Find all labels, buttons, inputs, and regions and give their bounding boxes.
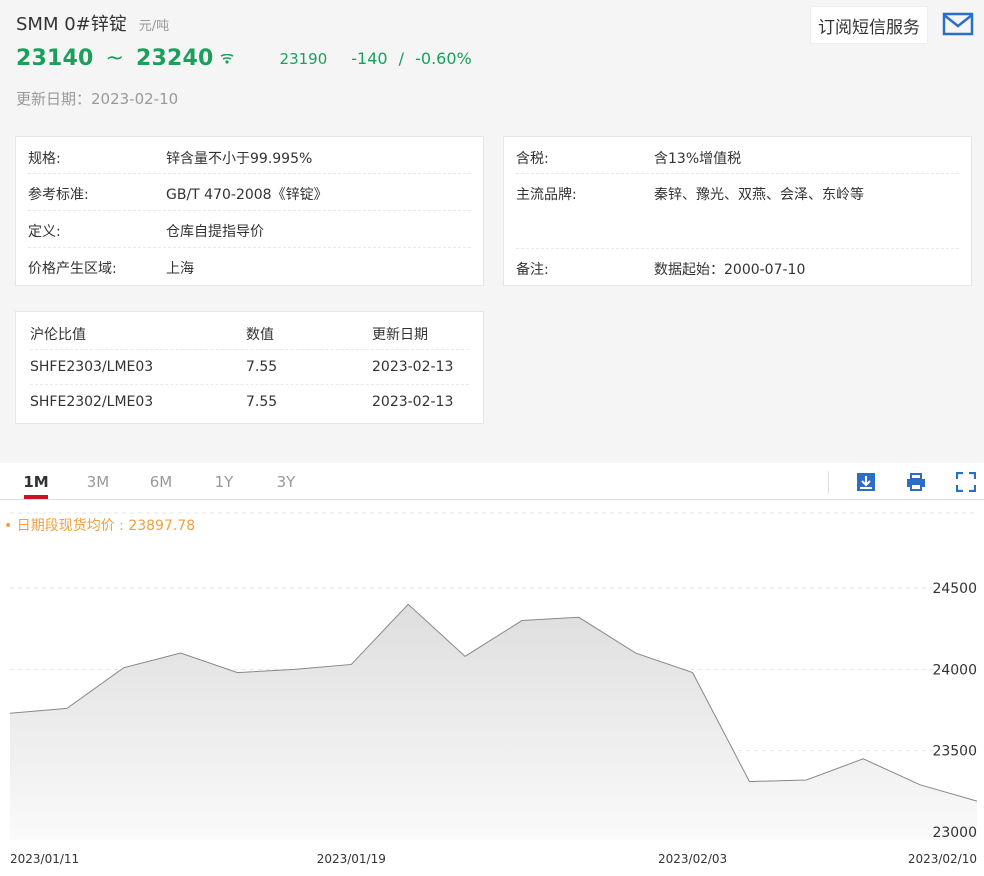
y-tick-label: 24500 [932,581,977,597]
spec-label: 定义: [28,224,61,240]
price-change-pct: -0.60% [415,49,472,68]
spec-label: 参考标准: [28,187,89,203]
spec-value: 上海 [166,261,194,277]
data-point[interactable] [406,602,410,606]
data-point[interactable] [634,651,638,655]
spec-value: 秦锌、豫光、双燕、会泽、东岭等 [654,187,864,203]
ratio-header-row: 沪伦比值 数值 更新日期 [30,315,469,350]
ratio-header: 更新日期 [372,327,428,343]
subscribe-sms-button[interactable]: 订阅短信服务 [810,6,928,44]
x-tick-label: 2023/01/19 [317,852,386,866]
spec-label: 价格产生区域: [28,261,117,277]
data-point[interactable] [292,667,296,671]
mail-icon[interactable] [942,10,974,38]
data-point[interactable] [179,651,183,655]
active-tab-indicator [24,495,48,499]
spec-row: 含税: 含13%增值税 [516,137,959,174]
tab-1m[interactable]: 1M [16,473,56,491]
table-row: SHFE2303/LME03 7.55 2023-02-13 [30,350,469,385]
price-low: 23140 [16,46,94,71]
spec-row: 主流品牌: 秦锌、豫光、双燕、会泽、东岭等 [516,174,959,249]
product-title: SMM 0#锌锭 [16,14,127,35]
data-point[interactable] [861,757,865,761]
table-row: SHFE2302/LME03 7.55 2023-02-13 [30,385,469,420]
price-high: 23240 [135,46,214,71]
spec-value: 数据起始：2000-07-10 [654,262,806,278]
x-tick-label: 2023/02/03 [658,852,727,866]
download-icon[interactable] [856,472,876,492]
toolbar-divider [828,471,829,493]
spec-label: 规格: [28,151,61,167]
ratio-date: 2023-02-13 [372,394,454,410]
trend-down-icon [220,53,233,64]
spec-label: 主流品牌: [516,187,577,203]
price-area-fill [10,604,977,840]
price-change-sep: / [398,49,405,68]
ratio-header: 沪伦比值 [30,327,86,343]
price-area-chart: 24500 24000 23500 23000 2023/01/11 2023/01/19… [8,512,979,866]
y-tick-label: 24000 [932,662,977,678]
data-point[interactable] [463,654,467,658]
data-point[interactable] [747,780,751,784]
update-date: 更新日期：2023-02-10 [16,90,179,108]
price-change-value: -140 [351,49,388,68]
ratio-contract: SHFE2303/LME03 [30,359,154,375]
price-average: 23190 [279,49,328,68]
tab-3y[interactable]: 3Y [266,473,306,491]
data-point[interactable] [691,671,695,675]
data-point[interactable] [577,615,581,619]
data-point[interactable] [975,799,979,803]
ratio-table: 沪伦比值 数值 更新日期 SHFE2303/LME03 7.55 2023-02… [15,311,484,424]
ratio-contract: SHFE2302/LME03 [30,394,154,410]
data-point[interactable] [804,778,808,782]
title-row: SMM 0#锌锭 元/吨 [16,10,169,36]
x-tick-label: 2023/01/11 [10,852,79,866]
spec-label: 含税: [516,151,549,167]
price-change: -140 / -0.60% [351,49,472,68]
spec-value: 仓库自提指导价 [166,224,264,240]
data-point[interactable] [122,666,126,670]
spec-value: GB/T 470-2008《锌锭》 [166,187,328,203]
fullscreen-icon[interactable] [956,472,976,492]
spec-label: 备注: [516,262,549,278]
y-tick-label: 23500 [932,744,977,760]
spec-row: 参考标准: GB/T 470-2008《锌锭》 [28,174,471,211]
data-point[interactable] [520,619,524,623]
ratio-value: 7.55 [246,394,278,410]
ratio-value: 7.55 [246,359,278,375]
spec-panel-right: 含税: 含13%增值税 主流品牌: 秦锌、豫光、双燕、会泽、东岭等 备注: 数据… [503,136,972,286]
spec-value: 锌含量不小于99.995% [166,151,313,167]
spec-row: 定义: 仓库自提指导价 [28,211,471,248]
price-unit: 元/吨 [138,19,170,34]
ratio-header: 数值 [246,327,274,343]
data-point[interactable] [918,783,922,787]
spec-row: 备注: 数据起始：2000-07-10 [516,249,959,286]
data-point[interactable] [8,711,12,715]
spec-row: 价格产生区域: 上海 [28,248,471,285]
data-point[interactable] [65,706,69,710]
range-tabs: 1M 3M 6M 1Y 3Y [0,463,984,500]
y-tick-label: 23000 [932,825,977,841]
price-tilde: ~ [105,46,124,71]
tab-3m[interactable]: 3M [78,473,118,491]
data-point[interactable] [236,671,240,675]
spec-value: 含13%增值税 [654,151,742,167]
spec-panel-left: 规格: 锌含量不小于99.995% 参考标准: GB/T 470-2008《锌锭… [15,136,484,286]
price-row: 23140 ~ 23240 23190 -140 / -0.60% [16,46,472,71]
x-tick-label: 2023/02/10 [908,852,977,866]
price-chart-panel: 1M 3M 6M 1Y 3Y • 日期段现货均价 : 23897.78 2450… [0,463,984,876]
print-icon[interactable] [906,472,926,492]
data-point[interactable] [349,662,353,666]
tab-6m[interactable]: 6M [141,473,181,491]
spec-row: 规格: 锌含量不小于99.995% [28,137,471,174]
ratio-date: 2023-02-13 [372,359,454,375]
product-header-section: SMM 0#锌锭 元/吨 订阅短信服务 23140 ~ 23240 23190 … [0,0,984,450]
tab-1y[interactable]: 1Y [204,473,244,491]
